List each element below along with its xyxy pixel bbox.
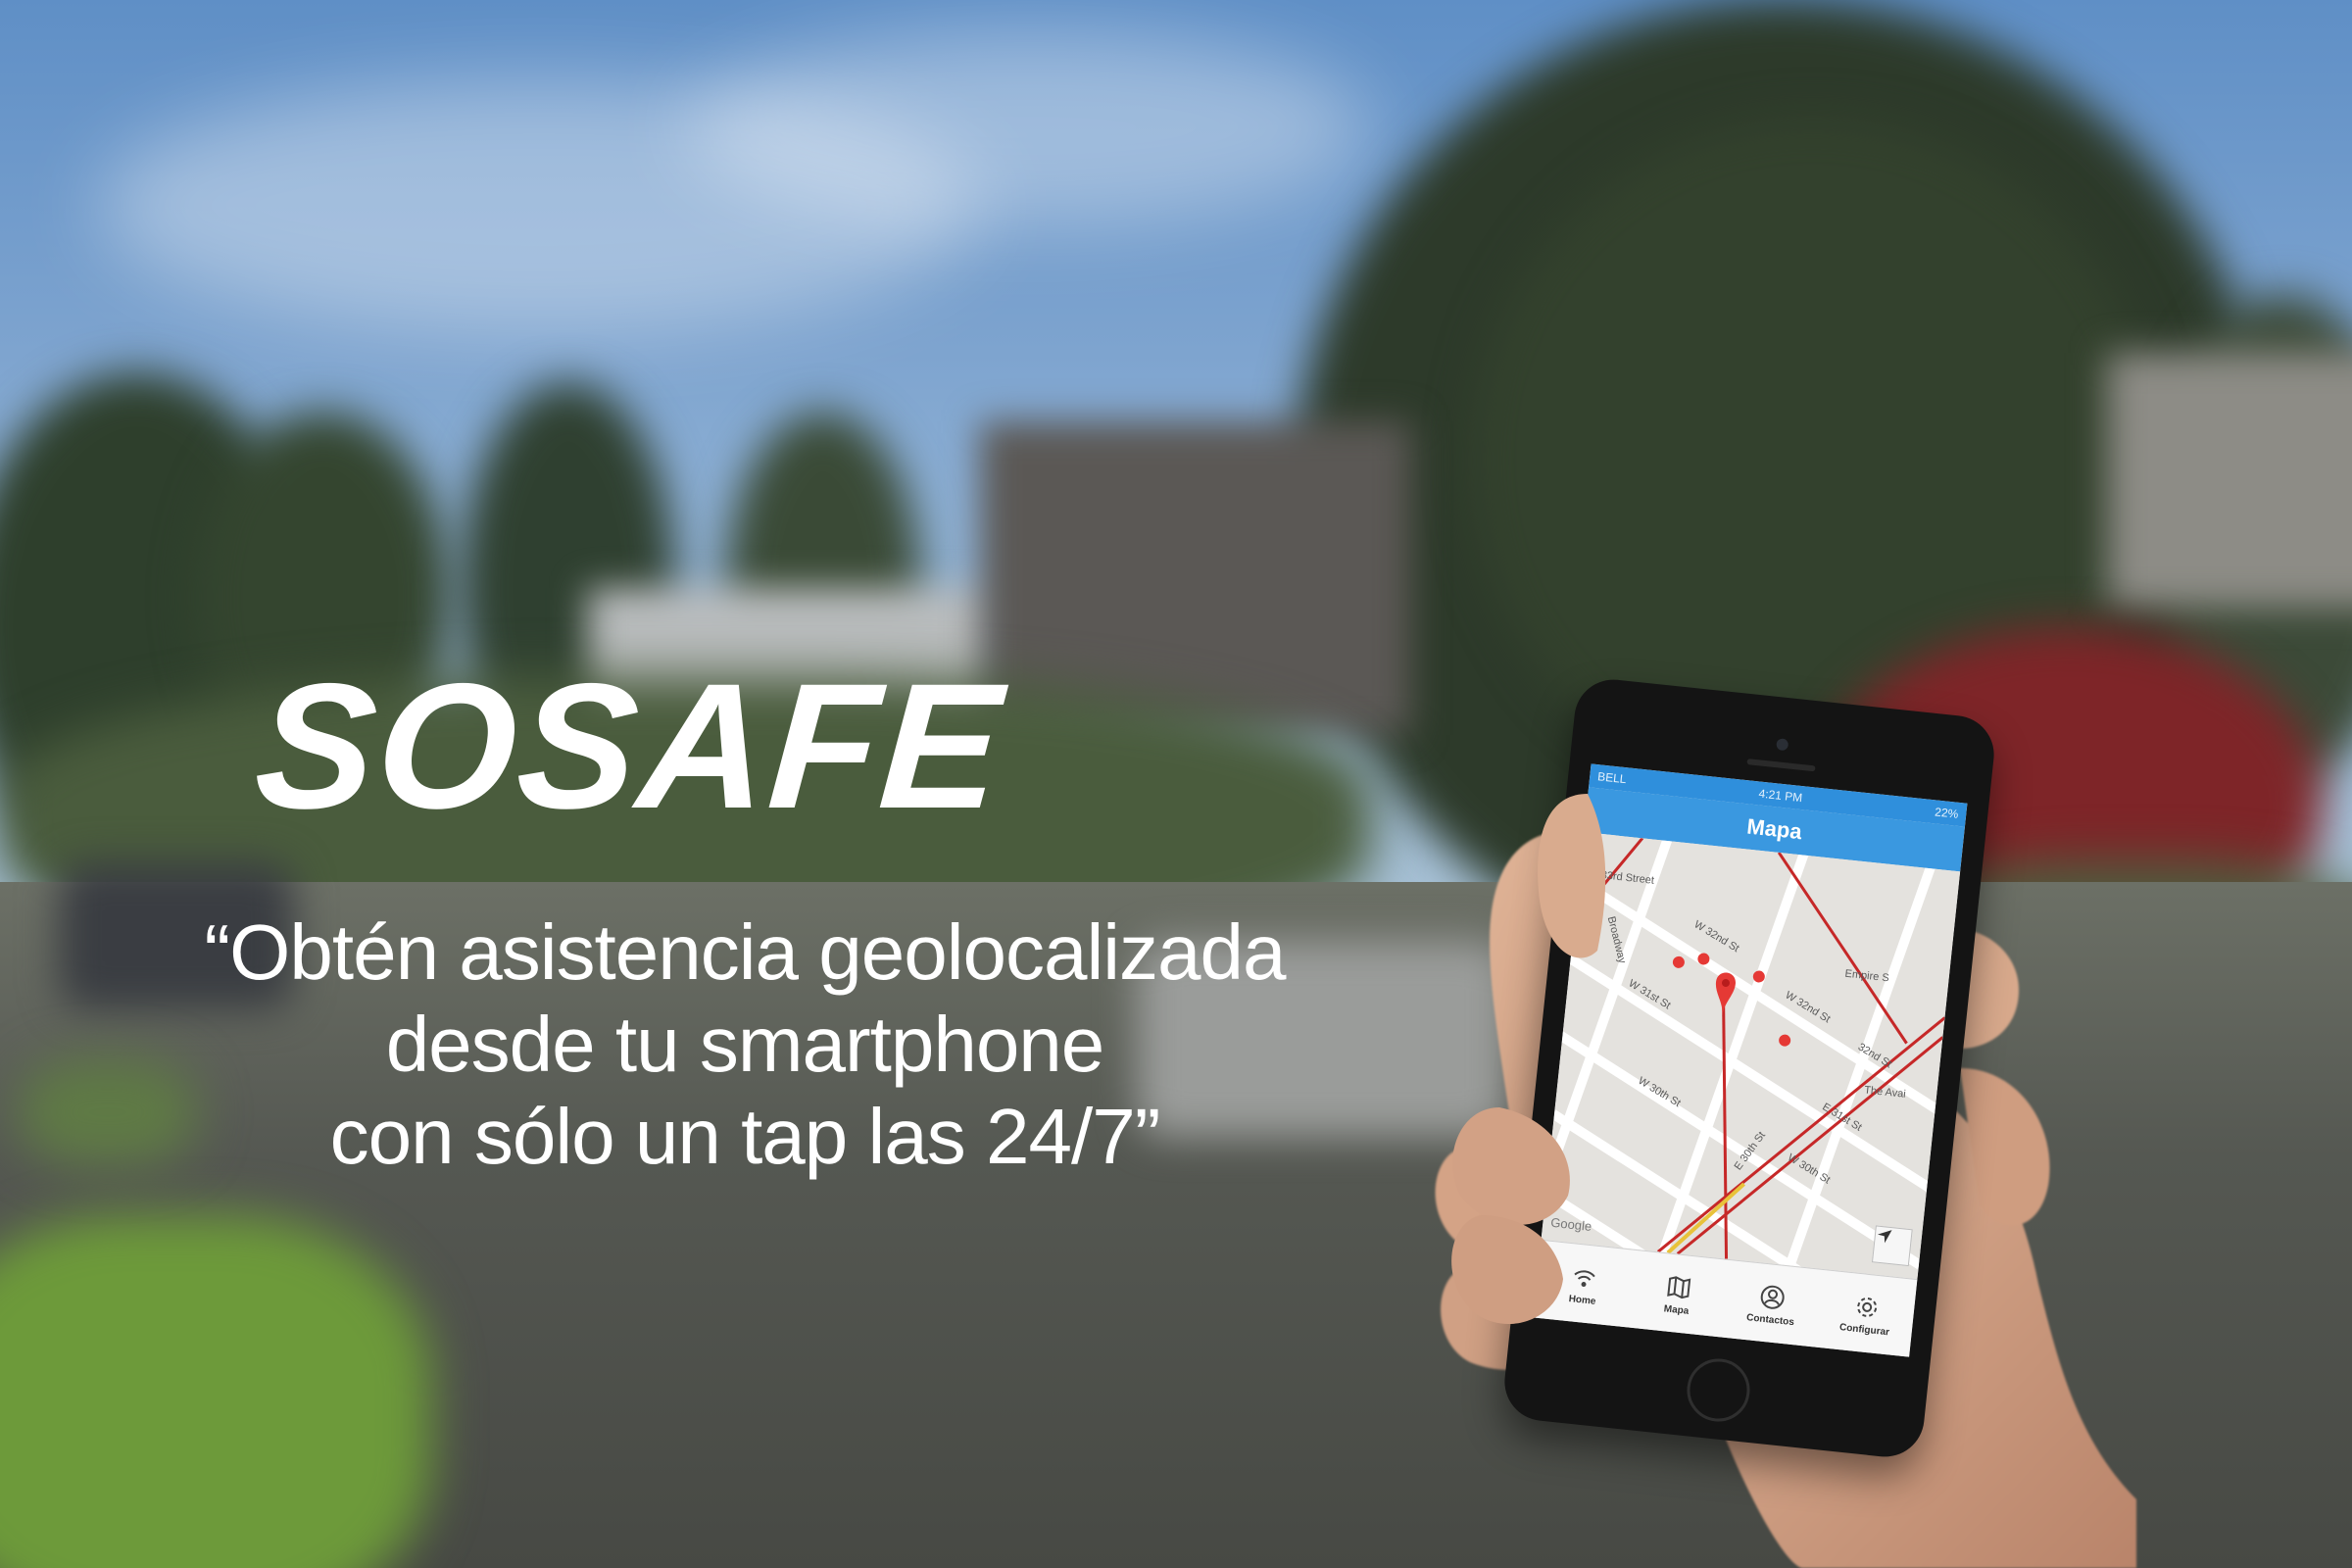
location-arrow-icon [1877,1230,1892,1244]
tab-configurar[interactable]: Configurar [1815,1270,1917,1357]
tagline: “Obtén asistencia geolocalizada desde tu… [88,906,1401,1183]
house [2107,353,2352,608]
battery-label: 22% [1934,805,1959,821]
tagline-line: desde tu smartphone [385,1001,1105,1088]
locate-button[interactable] [1871,1225,1913,1267]
gear-icon [1856,1297,1877,1317]
tab-contactos[interactable]: Contactos [1721,1260,1823,1348]
tab-label: Contactos [1745,1311,1795,1328]
status-time: 4:21 PM [1757,786,1803,806]
tagline-line: con sólo un tap las 24/7” [329,1093,1161,1180]
tab-mapa[interactable]: Mapa [1627,1250,1729,1339]
tagline-line: “Obtén asistencia geolocalizada [204,908,1286,996]
contacts-icon [1760,1285,1785,1309]
lawn [0,1215,431,1568]
brand-logo: SOSAFE [249,646,1009,846]
fingers [1451,794,1606,1325]
tab-label: Mapa [1663,1302,1690,1317]
cloud [686,29,1372,225]
map-icon [1666,1275,1691,1298]
tab-label: Configurar [1838,1321,1890,1338]
screen-title: Mapa [1745,813,1803,845]
